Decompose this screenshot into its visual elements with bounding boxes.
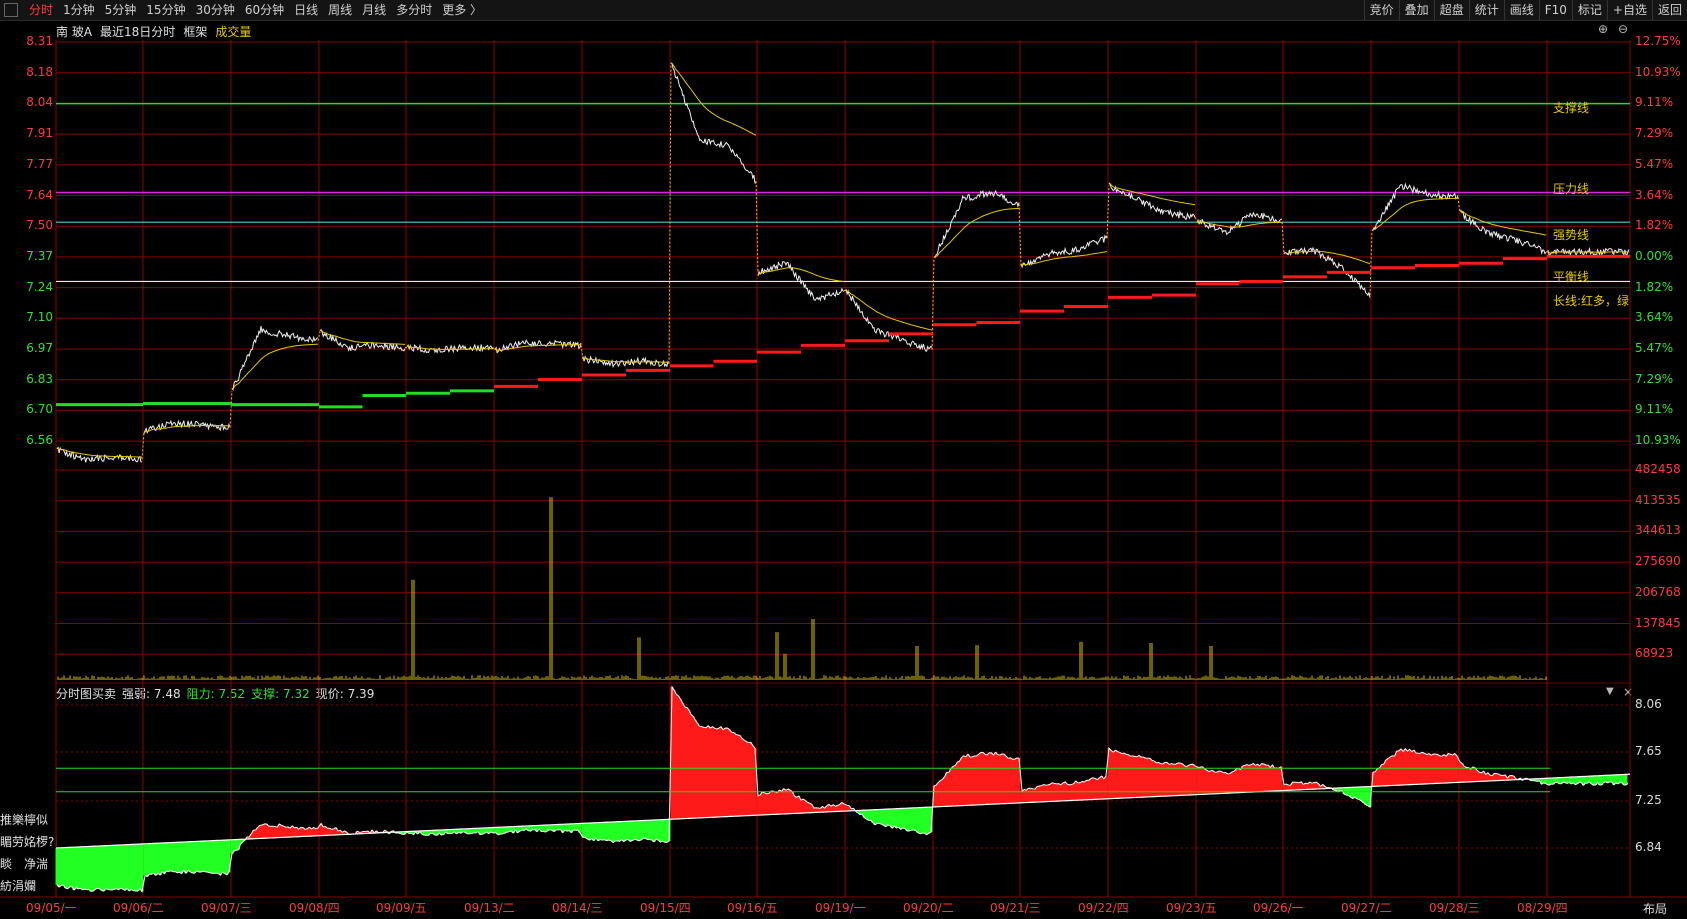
- pct-tick: 9.11%: [1635, 95, 1674, 110]
- price-line-day: [933, 189, 1020, 259]
- sub-axis-tick: 6.84: [1635, 840, 1662, 854]
- date-tick: 09/16/五: [727, 901, 778, 915]
- date-tick: 09/28/三: [1429, 901, 1480, 915]
- volume-tick: 68923: [1635, 646, 1674, 661]
- date-tick: 09/20/二: [903, 901, 954, 915]
- pct-tick: 9.11%: [1635, 402, 1674, 417]
- avg-line-day: [231, 343, 319, 390]
- date-tick: 09/21/三: [990, 901, 1041, 915]
- date-tick: 09/08/四: [289, 901, 340, 915]
- avg-line-day: [1283, 250, 1371, 265]
- longline-label: 长线:红多，绿空: [1553, 294, 1629, 308]
- volume-tick: 413535: [1635, 492, 1681, 507]
- price-tick: 7.91: [26, 126, 53, 141]
- avg-line-day: [933, 207, 1020, 258]
- price-tick: 6.70: [26, 402, 53, 417]
- price-line-day: [143, 419, 231, 434]
- date-tick: 09/07/三: [201, 901, 252, 915]
- date-tick: 09/13/二: [464, 901, 515, 915]
- avg-line-day: [845, 289, 933, 331]
- date-tick: 09/26/一: [1253, 901, 1304, 915]
- price-tick: 6.83: [26, 371, 53, 386]
- price-tick: 7.24: [26, 279, 53, 294]
- balance-label: 平衡线: [1553, 270, 1590, 284]
- date-tick: 09/05/一: [26, 901, 77, 915]
- pct-tick: 1.82%: [1635, 218, 1674, 233]
- date-tick: 09/09/五: [376, 901, 427, 915]
- avg-line-day: [757, 267, 845, 282]
- pct-tick: 1.82%: [1635, 279, 1674, 294]
- avg-line-day: [1371, 197, 1459, 231]
- date-tick: 09/06/二: [113, 901, 164, 915]
- date-tick: 09/27/二: [1341, 901, 1392, 915]
- price-line-day: [1459, 209, 1547, 255]
- price-tick: 6.97: [26, 341, 53, 355]
- sub-axis-tick: 8.06: [1635, 697, 1662, 711]
- pct-tick: 5.47%: [1635, 156, 1674, 171]
- strong-label: 强势线: [1553, 228, 1590, 242]
- price-tick: 7.77: [26, 156, 53, 171]
- price-line-day: [231, 325, 319, 392]
- volume-tick: 344613: [1635, 523, 1681, 538]
- price-line-day: [406, 343, 494, 354]
- volume-tick: 206768: [1635, 584, 1681, 599]
- sub-axis-tick: 7.65: [1635, 744, 1662, 758]
- pct-tick: 7.29%: [1635, 371, 1674, 386]
- pct-tick: 5.47%: [1635, 341, 1674, 355]
- volume-tick: 275690: [1635, 554, 1681, 569]
- pct-tick: 3.64%: [1635, 187, 1674, 202]
- sub-long-line: [55, 773, 1631, 849]
- price-line-day: [319, 328, 406, 352]
- date-tick: 09/19/一: [815, 901, 866, 915]
- price-tick: 8.31: [26, 34, 53, 48]
- pct-tick: 10.93%: [1635, 64, 1681, 79]
- pct-tick: 7.29%: [1635, 126, 1674, 141]
- price-chart: [0, 40, 1687, 898]
- sub-price-line: [56, 685, 1629, 893]
- volume-tick: 482458: [1635, 462, 1681, 476]
- price-tick: 7.37: [26, 248, 53, 263]
- price-tick: 7.10: [26, 310, 53, 325]
- price-tick: 6.56: [26, 433, 53, 448]
- date-tick: 08/14/三: [552, 901, 603, 915]
- date-tick: 09/15/四: [640, 901, 691, 915]
- price-line-day: [1371, 182, 1459, 231]
- price-line-day: [56, 446, 143, 463]
- price-tick: 8.18: [26, 64, 53, 79]
- pressure-label: 压力线: [1553, 182, 1590, 196]
- date-tick: 09/22/四: [1078, 901, 1129, 915]
- avg-line-day: [670, 62, 757, 136]
- price-line-day: [494, 338, 582, 354]
- pct-tick: 0.00%: [1635, 248, 1674, 263]
- pct-tick: 12.75%: [1635, 34, 1681, 48]
- price-tick: 7.64: [26, 187, 53, 202]
- sub-axis-tick: 7.25: [1635, 793, 1662, 807]
- support-label: 支撑线: [1553, 101, 1590, 115]
- pct-tick: 10.93%: [1635, 433, 1681, 448]
- price-line-day: [1020, 234, 1108, 269]
- date-tick: 09/23/五: [1166, 901, 1217, 915]
- pct-tick: 3.64%: [1635, 310, 1674, 325]
- volume-tick: 137845: [1635, 615, 1681, 630]
- price-tick: 8.04: [26, 95, 53, 110]
- date-tick: 08/29/四: [1517, 901, 1568, 915]
- price-tick: 7.50: [26, 218, 53, 233]
- price-line-day: [1108, 182, 1196, 220]
